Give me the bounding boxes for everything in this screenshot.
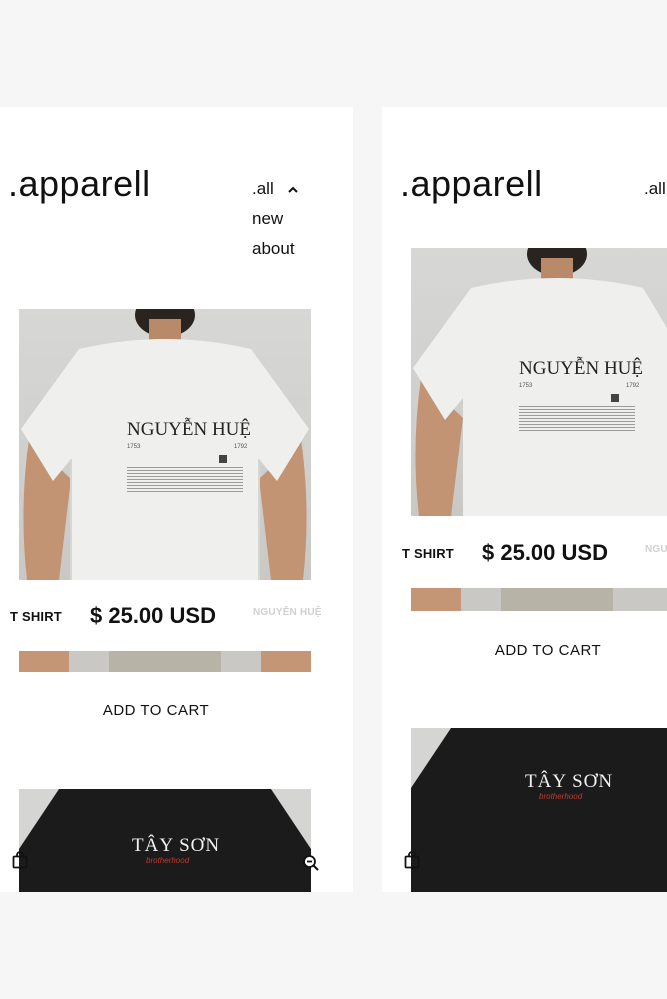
print-title-2: NGUYỄN HUỆ	[519, 358, 644, 379]
shopping-bag-icon[interactable]	[12, 851, 28, 869]
product-price-2: $ 25.00 USD	[482, 540, 608, 565]
nav-menu-2: .all	[644, 174, 666, 204]
print-text-block	[127, 467, 243, 493]
add-to-cart-button-2[interactable]: ADD TO CART	[448, 642, 648, 659]
product-type-label-2: T SHIRT	[402, 546, 454, 561]
nav-item-all-label: .all	[252, 179, 274, 198]
product-image-black-tee-2[interactable]: TÂY SƠN brotherhood	[411, 728, 667, 892]
product-card-preview-1: .apparell .all new about NGUYỄN HUỆ 1753…	[0, 107, 353, 892]
product-image-strip	[19, 651, 311, 672]
white-tee-illustration	[21, 309, 309, 580]
zoom-out-icon[interactable]	[302, 854, 320, 872]
print-qr-mark	[219, 455, 227, 463]
product-image-black-tee[interactable]: TÂY SƠN brotherhood	[19, 789, 311, 892]
nav-item-all[interactable]: .all	[252, 174, 299, 204]
print-subtitle-2: brotherhood	[539, 792, 583, 801]
product-image-white-tee[interactable]: NGUYỄN HUỆ 1753 1792	[19, 309, 311, 580]
print-text-block-2	[519, 406, 635, 432]
shopping-bag-icon-2[interactable]	[404, 851, 420, 869]
print-year-left-2: 1753	[519, 383, 533, 389]
product-name: NGUYỄN HUỆ	[253, 607, 322, 618]
nav-item-new[interactable]: new	[252, 204, 298, 234]
print-title-tayson-2: TÂY SƠN	[525, 771, 614, 792]
print-year-left: 1753	[127, 444, 141, 450]
brand-logo-2[interactable]: .apparell	[400, 163, 543, 205]
print-qr-mark-2	[611, 394, 619, 402]
product-image-strip-2	[411, 588, 667, 611]
print-title: NGUYỄN HUỆ	[127, 419, 252, 440]
add-to-cart-button[interactable]: ADD TO CART	[56, 702, 256, 719]
print-subtitle: brotherhood	[146, 856, 190, 865]
chevron-up-icon	[288, 186, 299, 193]
product-price: $ 25.00 USD	[90, 603, 216, 628]
product-name-2: NGU	[645, 544, 667, 555]
nav-item-all-2[interactable]: .all	[644, 174, 666, 204]
brand-logo[interactable]: .apparell	[8, 163, 151, 205]
product-image-white-tee-2[interactable]: NGUYỄN HUỆ 1753 1792	[411, 248, 667, 516]
product-card-preview-2: .apparell .all NGUYỄN HUỆ 1753 1792 T SH…	[382, 107, 667, 892]
nav-item-about[interactable]: about	[252, 234, 298, 264]
print-year-right-2: 1792	[626, 383, 640, 389]
product-type-label: T SHIRT	[10, 609, 62, 624]
nav-menu: .all new about	[252, 174, 299, 264]
print-year-right: 1792	[234, 444, 248, 450]
print-title-tayson: TÂY SƠN	[132, 835, 221, 856]
